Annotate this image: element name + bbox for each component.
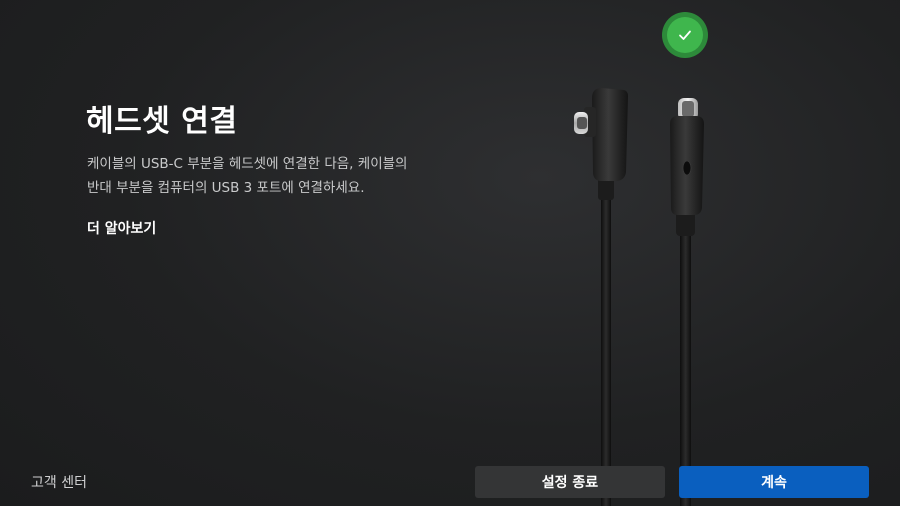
instruction-line: 반대 부분을 컴퓨터의 USB 3 포트에 연결하세요. <box>87 180 365 196</box>
page-title: 헤드셋 연결 <box>86 104 238 139</box>
right-angle-usb-c-plug <box>574 88 628 506</box>
customer-support-link[interactable]: 고객 센터 <box>31 472 87 492</box>
connected-check-icon <box>662 12 708 58</box>
exit-setup-button[interactable]: 설정 종료 <box>475 466 665 498</box>
usb-c-cable-illustration <box>574 88 704 506</box>
learn-more-link[interactable]: 더 알아보기 <box>87 218 156 238</box>
instruction-line: 케이블의 USB-C 부분을 헤드셋에 연결한 다음, 케이블의 <box>87 156 408 172</box>
continue-button[interactable]: 계속 <box>679 466 869 498</box>
straight-usb-c-plug <box>670 98 704 506</box>
instruction-text: 케이블의 USB-C 부분을 헤드셋에 연결한 다음, 케이블의 반대 부분을 … <box>87 152 447 200</box>
